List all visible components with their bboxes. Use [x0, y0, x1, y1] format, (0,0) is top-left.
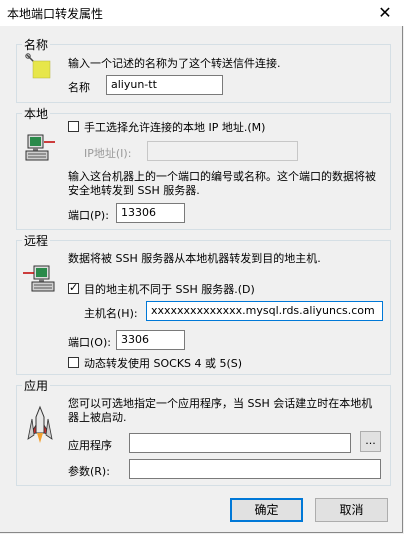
local-port-label: 端口(P):: [68, 209, 109, 222]
app-description: 您可以可选地指定一个应用程序，当 SSH 会话建立时在本地机器上被启动.: [68, 397, 373, 424]
ip-address-input[interactable]: [147, 141, 298, 161]
manual-ip-label[interactable]: 手工选择允许连接的本地 IP 地址.(M): [84, 119, 265, 135]
hostname-input[interactable]: xxxxxxxxxxxxxx.mysql.rds.aliyuncs.com: [146, 301, 383, 321]
name-label: 名称: [68, 81, 90, 94]
local-description: 输入这台机器上的一个端口的编号或名称。这个端口的数据将被安全地转发到 SSH 服…: [68, 170, 376, 197]
remote-section-label: 远程: [22, 232, 51, 249]
tag-icon: [24, 52, 56, 84]
name-input[interactable]: aliyun-tt: [106, 75, 223, 95]
ip-address-label: IP地址(I):: [84, 147, 132, 160]
close-button[interactable]: ✕: [374, 2, 396, 24]
local-port-input[interactable]: 13306: [116, 203, 185, 223]
local-computer-icon: [22, 131, 58, 167]
rocket-icon: [22, 405, 58, 445]
name-description: 输入一个记述的名称为了这个转送信件连接.: [68, 57, 281, 70]
remote-port-input[interactable]: 3306: [116, 330, 185, 350]
program-label: 应用程序: [68, 439, 112, 452]
remote-description: 数据将被 SSH 服务器从本地机器转发到目的地主机.: [68, 252, 321, 265]
args-label: 参数(R):: [68, 465, 110, 478]
remote-computer-icon: [22, 262, 58, 298]
socks-checkbox[interactable]: [68, 357, 79, 368]
dest-host-differs-label[interactable]: 目的地主机不同于 SSH 服务器.(D): [84, 281, 255, 297]
socks-label[interactable]: 动态转发使用 SOCKS 4 或 5(S): [84, 355, 242, 371]
name-section-label: 名称: [22, 36, 51, 53]
browse-button[interactable]: ...: [360, 431, 381, 452]
hostname-label: 主机名(H):: [84, 307, 138, 320]
program-input[interactable]: [129, 433, 351, 453]
dest-host-differs-checkbox[interactable]: [68, 281, 79, 294]
manual-ip-checkbox[interactable]: [68, 121, 79, 132]
ok-button[interactable]: 确定: [230, 498, 303, 522]
app-section-label: 应用: [22, 377, 51, 394]
remote-port-label: 端口(O):: [68, 336, 111, 349]
cancel-button[interactable]: 取消: [315, 498, 388, 522]
local-section-label: 本地: [22, 105, 51, 122]
args-input[interactable]: [129, 459, 381, 479]
window-title: 本地端口转发属性: [7, 7, 104, 21]
